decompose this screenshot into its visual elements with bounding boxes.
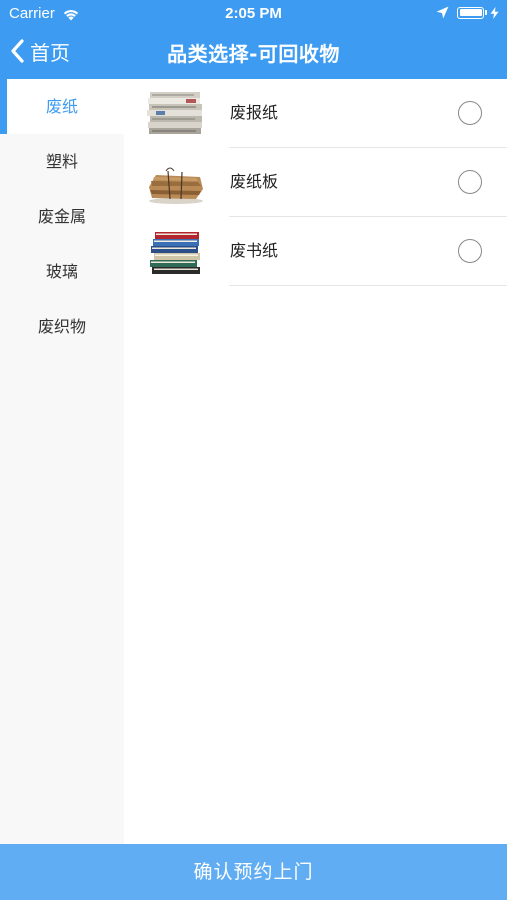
sidebar-item-label: 玻璃: [45, 262, 78, 281]
item-list: 废报纸 废纸板 废书纸: [124, 79, 507, 844]
item-label: 废纸板: [230, 172, 279, 191]
sidebar-item-scrap-metal[interactable]: 废金属: [0, 189, 124, 244]
sidebar-item-textiles[interactable]: 废织物: [0, 299, 124, 354]
charging-bolt-icon: [490, 6, 499, 19]
list-item-newspaper[interactable]: 废报纸: [124, 79, 507, 148]
select-radio[interactable]: [458, 101, 482, 125]
sidebar-item-label: 废金属: [37, 207, 86, 226]
battery-icon: [457, 6, 484, 19]
battery-tip: [485, 10, 487, 15]
list-item-books[interactable]: 废书纸: [124, 217, 507, 286]
select-radio[interactable]: [458, 170, 482, 194]
sidebar-item-plastic[interactable]: 塑料: [0, 134, 124, 189]
sidebar-item-label: 废织物: [37, 317, 86, 336]
sidebar-item-label: 废纸: [45, 97, 78, 116]
nav-bar: 首页 品类选择-可回收物: [0, 28, 507, 79]
select-radio[interactable]: [458, 239, 482, 263]
page-title: 品类选择-可回收物: [167, 42, 340, 66]
battery-fill: [459, 9, 482, 16]
status-right: [436, 6, 499, 19]
location-arrow-icon: [436, 6, 449, 19]
sidebar-item-label: 塑料: [45, 152, 78, 171]
sidebar-item-glass[interactable]: 玻璃: [0, 244, 124, 299]
newspaper-stack-image: [147, 92, 202, 134]
item-label: 废书纸: [230, 241, 279, 260]
divider: [229, 285, 507, 286]
list-item-cardboard[interactable]: 废纸板: [124, 148, 507, 217]
category-sidebar: 废纸 塑料 废金属 玻璃 废织物: [0, 79, 124, 844]
sidebar-item-waste-paper[interactable]: 废纸: [0, 79, 124, 134]
item-label: 废报纸: [230, 103, 279, 122]
confirm-appointment-button[interactable]: 确认预约上门: [0, 844, 507, 900]
status-time: 2:05 PM: [225, 5, 282, 22]
cardboard-bundle-image: [149, 167, 203, 204]
status-bar: Carrier 2:05 PM: [0, 0, 507, 28]
book-stack-image: [150, 232, 200, 274]
header: Carrier 2:05 PM 首页 品类选择-可回收物: [0, 0, 507, 79]
